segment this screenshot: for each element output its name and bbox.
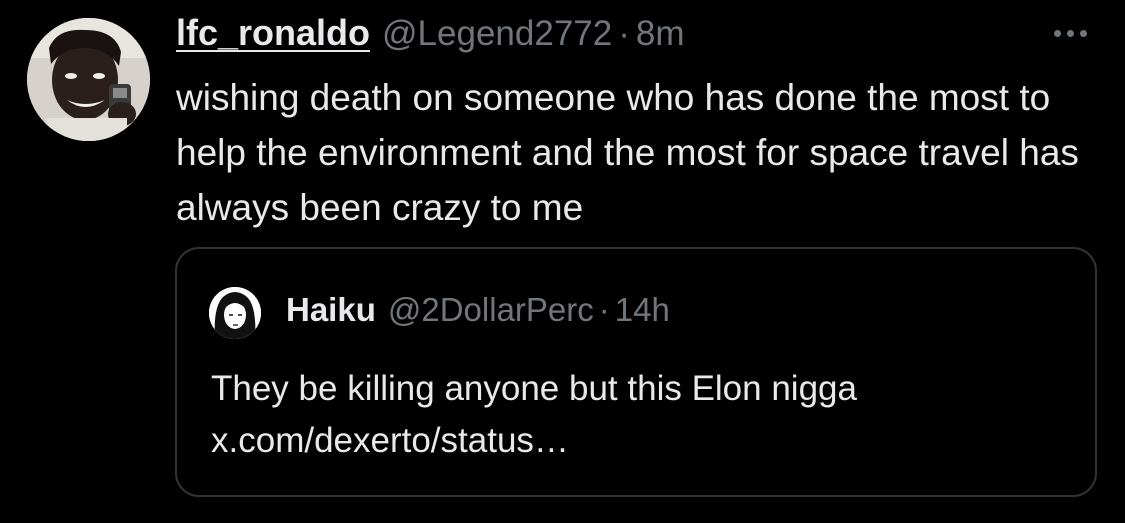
- tweet[interactable]: lfc_ronaldo @Legend2772 · 8m wishing dea…: [0, 0, 1125, 523]
- ellipsis-icon: [1053, 29, 1087, 37]
- tweet-timestamp[interactable]: 8m: [636, 14, 685, 54]
- more-options-button[interactable]: [1040, 18, 1100, 48]
- quoted-handle[interactable]: @2DollarPerc: [388, 291, 594, 329]
- quoted-tweet-text: They be killing anyone but this Elon nig…: [211, 363, 1071, 467]
- tweet-text: wishing death on someone who has done th…: [176, 77, 1079, 228]
- quoted-tweet-header: Haiku @2DollarPerc · 14h: [286, 291, 670, 329]
- quoted-tweet[interactable]: Haiku @2DollarPerc · 14h They be killing…: [175, 247, 1097, 497]
- quoted-avatar-drawing: [209, 287, 261, 339]
- quoted-text-line: They be killing anyone but this Elon nig…: [211, 369, 857, 408]
- quoted-link[interactable]: x.com/dexerto/status…: [211, 415, 1071, 467]
- avatar[interactable]: [27, 18, 150, 141]
- avatar-photo: [27, 18, 150, 141]
- quoted-timestamp[interactable]: 14h: [615, 291, 670, 329]
- author-handle[interactable]: @Legend2772: [382, 14, 612, 54]
- author-display-name[interactable]: lfc_ronaldo: [176, 12, 370, 54]
- separator-dot: ·: [618, 14, 630, 53]
- quoted-separator-dot: ·: [598, 291, 610, 328]
- quoted-display-name[interactable]: Haiku: [286, 291, 376, 329]
- tweet-header: lfc_ronaldo @Legend2772 · 8m: [176, 12, 685, 62]
- quoted-avatar[interactable]: [209, 287, 261, 339]
